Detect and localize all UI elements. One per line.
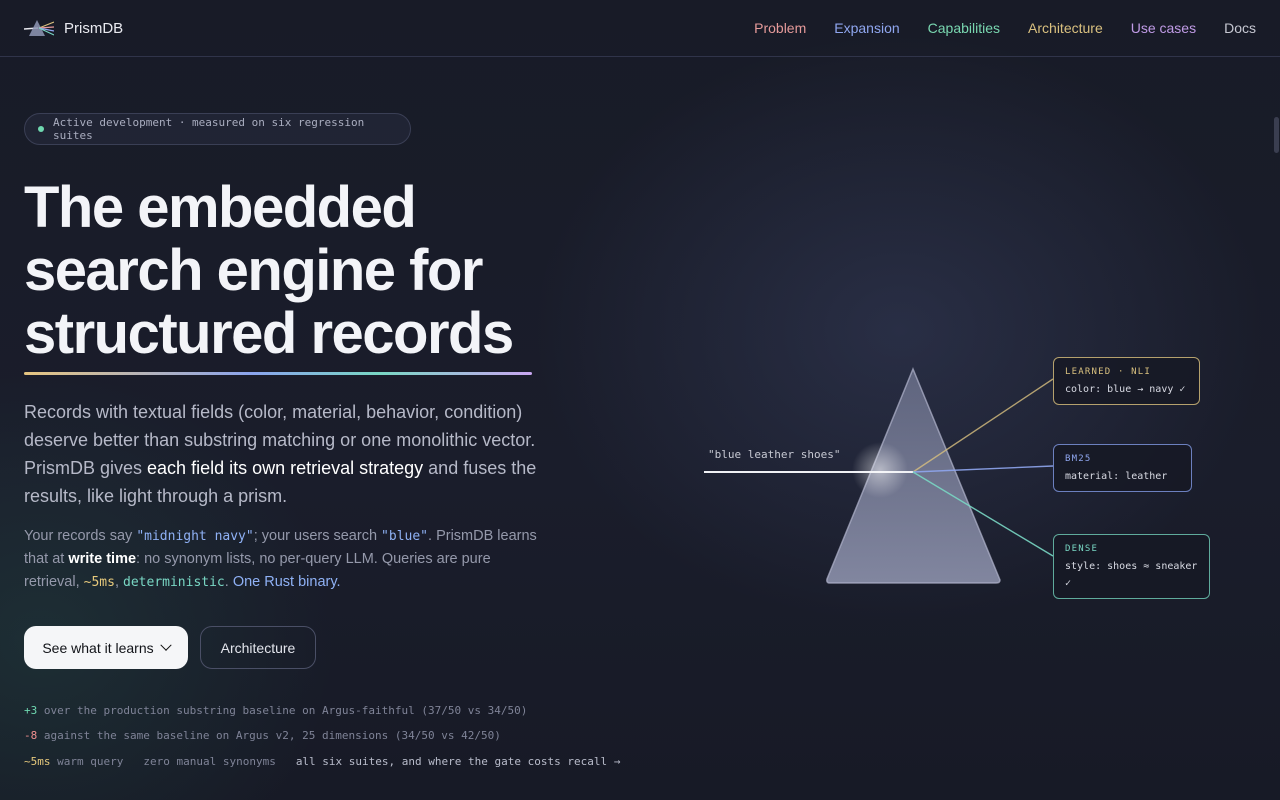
card-learned-value: color: blue → navy ✓ — [1065, 384, 1186, 395]
card-bm25-caption: BM25 — [1065, 454, 1092, 464]
card-dense-caption: DENSE — [1065, 544, 1099, 554]
card-dense-value: style: shoes ≈ sneaker ✓ — [1065, 561, 1198, 589]
card-learned-nli: LEARNED · NLI color: blue → navy ✓ — [1053, 357, 1200, 405]
query-label: "blue leather shoes" — [708, 448, 841, 461]
card-bm25: BM25 material: leather — [1053, 444, 1192, 492]
beam-glow — [852, 442, 908, 498]
card-learned-caption: LEARNED · NLI — [1065, 367, 1152, 377]
card-dense: DENSE style: shoes ≈ sneaker ✓ — [1053, 534, 1210, 599]
card-bm25-value: material: leather — [1065, 471, 1168, 482]
